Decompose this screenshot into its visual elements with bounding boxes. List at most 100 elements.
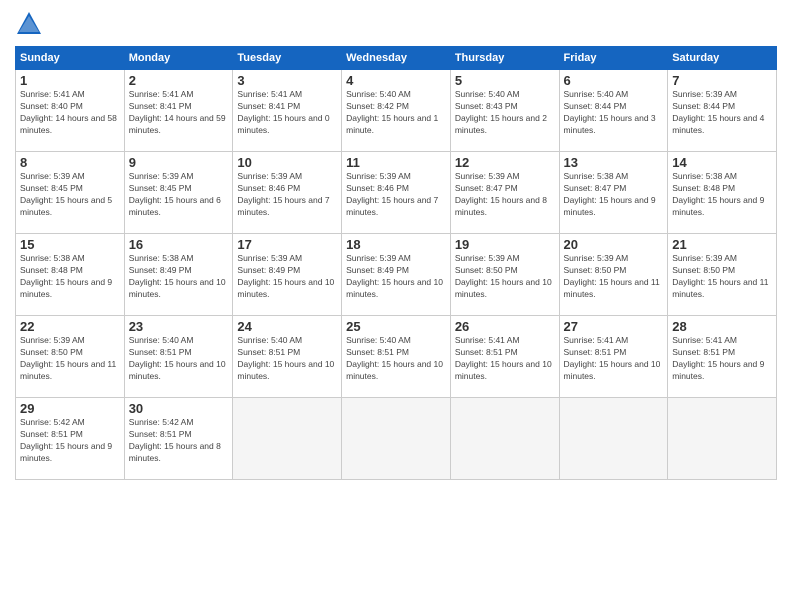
sunset-label: Sunset: 8:43 PM [455,101,518,111]
calendar-day-cell: 12 Sunrise: 5:39 AM Sunset: 8:47 PM Dayl… [450,152,559,234]
day-info: Sunrise: 5:39 AM Sunset: 8:50 PM Dayligh… [20,335,120,383]
day-info: Sunrise: 5:41 AM Sunset: 8:40 PM Dayligh… [20,89,120,137]
calendar-day-cell [342,398,451,480]
sunset-label: Sunset: 8:46 PM [237,183,300,193]
daylight-label: Daylight: 15 hours and 5 minutes. [20,195,112,217]
day-number: 24 [237,319,337,334]
logo [15,10,46,38]
calendar-day-cell: 9 Sunrise: 5:39 AM Sunset: 8:45 PM Dayli… [124,152,233,234]
calendar-header-row: Sunday Monday Tuesday Wednesday Thursday… [16,47,777,70]
day-number: 14 [672,155,772,170]
sunrise-label: Sunrise: 5:41 AM [237,89,302,99]
sunset-label: Sunset: 8:49 PM [237,265,300,275]
day-number: 16 [129,237,229,252]
day-number: 17 [237,237,337,252]
day-info: Sunrise: 5:39 AM Sunset: 8:50 PM Dayligh… [564,253,664,301]
day-info: Sunrise: 5:39 AM Sunset: 8:44 PM Dayligh… [672,89,772,137]
day-number: 5 [455,73,555,88]
sunset-label: Sunset: 8:50 PM [672,265,735,275]
sunrise-label: Sunrise: 5:39 AM [20,335,85,345]
calendar-day-cell: 21 Sunrise: 5:39 AM Sunset: 8:50 PM Dayl… [668,234,777,316]
calendar-day-cell: 28 Sunrise: 5:41 AM Sunset: 8:51 PM Dayl… [668,316,777,398]
sunrise-label: Sunrise: 5:39 AM [346,253,411,263]
logo-icon [15,10,43,38]
day-info: Sunrise: 5:38 AM Sunset: 8:47 PM Dayligh… [564,171,664,219]
day-info: Sunrise: 5:41 AM Sunset: 8:51 PM Dayligh… [672,335,772,383]
calendar-day-cell [559,398,668,480]
sunset-label: Sunset: 8:47 PM [564,183,627,193]
day-info: Sunrise: 5:39 AM Sunset: 8:45 PM Dayligh… [20,171,120,219]
day-info: Sunrise: 5:39 AM Sunset: 8:50 PM Dayligh… [455,253,555,301]
day-info: Sunrise: 5:39 AM Sunset: 8:46 PM Dayligh… [237,171,337,219]
sunset-label: Sunset: 8:51 PM [346,347,409,357]
sunrise-label: Sunrise: 5:39 AM [672,89,737,99]
calendar-day-cell: 8 Sunrise: 5:39 AM Sunset: 8:45 PM Dayli… [16,152,125,234]
sunrise-label: Sunrise: 5:42 AM [129,417,194,427]
day-number: 19 [455,237,555,252]
day-number: 2 [129,73,229,88]
sunset-label: Sunset: 8:46 PM [346,183,409,193]
sunset-label: Sunset: 8:45 PM [20,183,83,193]
sunset-label: Sunset: 8:51 PM [237,347,300,357]
day-number: 10 [237,155,337,170]
daylight-label: Daylight: 15 hours and 10 minutes. [237,359,334,381]
day-info: Sunrise: 5:40 AM Sunset: 8:51 PM Dayligh… [129,335,229,383]
daylight-label: Daylight: 15 hours and 9 minutes. [672,195,764,217]
calendar-day-cell: 22 Sunrise: 5:39 AM Sunset: 8:50 PM Dayl… [16,316,125,398]
sunrise-label: Sunrise: 5:39 AM [455,171,520,181]
daylight-label: Daylight: 15 hours and 9 minutes. [20,277,112,299]
calendar-day-cell: 4 Sunrise: 5:40 AM Sunset: 8:42 PM Dayli… [342,70,451,152]
day-info: Sunrise: 5:40 AM Sunset: 8:44 PM Dayligh… [564,89,664,137]
sunset-label: Sunset: 8:44 PM [564,101,627,111]
calendar-day-cell: 20 Sunrise: 5:39 AM Sunset: 8:50 PM Dayl… [559,234,668,316]
header-saturday: Saturday [668,47,777,70]
calendar-day-cell: 17 Sunrise: 5:39 AM Sunset: 8:49 PM Dayl… [233,234,342,316]
calendar-day-cell: 25 Sunrise: 5:40 AM Sunset: 8:51 PM Dayl… [342,316,451,398]
sunrise-label: Sunrise: 5:40 AM [346,335,411,345]
day-info: Sunrise: 5:39 AM Sunset: 8:47 PM Dayligh… [455,171,555,219]
sunrise-label: Sunrise: 5:42 AM [20,417,85,427]
day-info: Sunrise: 5:38 AM Sunset: 8:49 PM Dayligh… [129,253,229,301]
daylight-label: Daylight: 14 hours and 59 minutes. [129,113,226,135]
day-number: 13 [564,155,664,170]
calendar-week-row: 22 Sunrise: 5:39 AM Sunset: 8:50 PM Dayl… [16,316,777,398]
day-info: Sunrise: 5:42 AM Sunset: 8:51 PM Dayligh… [129,417,229,465]
calendar-day-cell: 7 Sunrise: 5:39 AM Sunset: 8:44 PM Dayli… [668,70,777,152]
sunrise-label: Sunrise: 5:39 AM [672,253,737,263]
day-number: 6 [564,73,664,88]
sunrise-label: Sunrise: 5:38 AM [20,253,85,263]
calendar-week-row: 29 Sunrise: 5:42 AM Sunset: 8:51 PM Dayl… [16,398,777,480]
day-number: 7 [672,73,772,88]
sunrise-label: Sunrise: 5:39 AM [564,253,629,263]
calendar-day-cell: 3 Sunrise: 5:41 AM Sunset: 8:41 PM Dayli… [233,70,342,152]
daylight-label: Daylight: 15 hours and 11 minutes. [672,277,768,299]
daylight-label: Daylight: 15 hours and 10 minutes. [346,277,443,299]
daylight-label: Daylight: 15 hours and 9 minutes. [20,441,112,463]
sunset-label: Sunset: 8:50 PM [455,265,518,275]
sunset-label: Sunset: 8:50 PM [564,265,627,275]
day-info: Sunrise: 5:41 AM Sunset: 8:51 PM Dayligh… [455,335,555,383]
calendar-day-cell: 5 Sunrise: 5:40 AM Sunset: 8:43 PM Dayli… [450,70,559,152]
day-number: 9 [129,155,229,170]
calendar-day-cell [450,398,559,480]
daylight-label: Daylight: 15 hours and 9 minutes. [672,359,764,381]
daylight-label: Daylight: 15 hours and 0 minutes. [237,113,329,135]
day-info: Sunrise: 5:38 AM Sunset: 8:48 PM Dayligh… [672,171,772,219]
day-info: Sunrise: 5:39 AM Sunset: 8:49 PM Dayligh… [237,253,337,301]
sunset-label: Sunset: 8:49 PM [346,265,409,275]
day-info: Sunrise: 5:39 AM Sunset: 8:46 PM Dayligh… [346,171,446,219]
calendar-day-cell: 18 Sunrise: 5:39 AM Sunset: 8:49 PM Dayl… [342,234,451,316]
calendar: Sunday Monday Tuesday Wednesday Thursday… [15,46,777,480]
day-number: 8 [20,155,120,170]
calendar-day-cell: 11 Sunrise: 5:39 AM Sunset: 8:46 PM Dayl… [342,152,451,234]
header-sunday: Sunday [16,47,125,70]
header-wednesday: Wednesday [342,47,451,70]
header-thursday: Thursday [450,47,559,70]
sunrise-label: Sunrise: 5:39 AM [237,253,302,263]
calendar-day-cell: 10 Sunrise: 5:39 AM Sunset: 8:46 PM Dayl… [233,152,342,234]
sunrise-label: Sunrise: 5:41 AM [20,89,85,99]
day-number: 30 [129,401,229,416]
day-number: 26 [455,319,555,334]
daylight-label: Daylight: 15 hours and 7 minutes. [237,195,329,217]
header-friday: Friday [559,47,668,70]
